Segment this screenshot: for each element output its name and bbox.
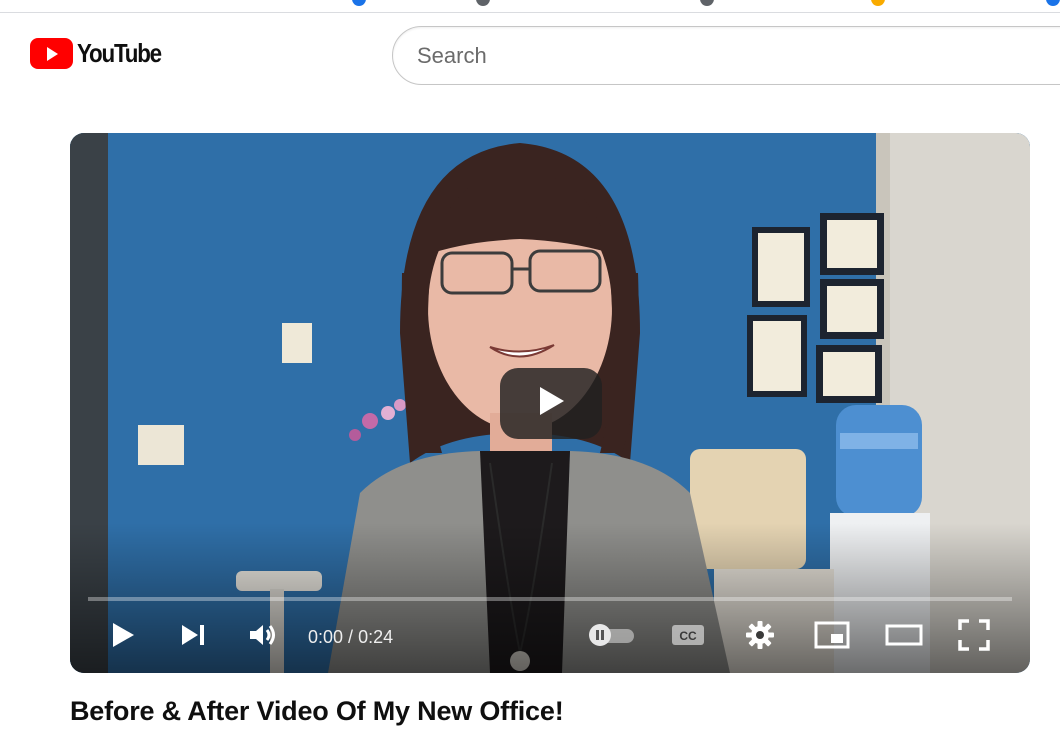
theater-mode-icon bbox=[885, 623, 923, 652]
subtitles-button[interactable]: CC bbox=[668, 617, 708, 657]
volume-icon bbox=[248, 622, 278, 653]
youtube-logo[interactable]: YouTube bbox=[30, 38, 175, 69]
player-controls: 0:00 / 0:24 CC bbox=[70, 611, 1030, 663]
svg-text:CC: CC bbox=[679, 629, 697, 643]
gear-icon bbox=[745, 620, 775, 655]
video-player[interactable]: 0:00 / 0:24 CC bbox=[70, 133, 1030, 673]
current-time: 0:00 bbox=[308, 627, 344, 647]
play-button[interactable] bbox=[106, 617, 140, 657]
play-icon bbox=[536, 385, 566, 422]
miniplayer-icon bbox=[814, 621, 850, 654]
bookmark-favicon[interactable] bbox=[476, 0, 490, 6]
video-title: Before & After Video Of My New Office! bbox=[70, 696, 564, 726]
duration: 0:24 bbox=[358, 627, 394, 647]
youtube-logo-icon bbox=[30, 38, 73, 69]
theater-mode-button[interactable] bbox=[882, 617, 926, 657]
skip-next-icon bbox=[180, 623, 206, 652]
search-input[interactable] bbox=[417, 41, 1017, 71]
logo-text: YouTube bbox=[77, 38, 162, 68]
bookmark-favicon[interactable] bbox=[352, 0, 366, 6]
next-button[interactable] bbox=[176, 617, 210, 657]
bookmark-favicon[interactable] bbox=[871, 0, 885, 6]
bookmarks-bar bbox=[0, 0, 1060, 13]
large-play-button[interactable] bbox=[500, 368, 602, 439]
play-icon bbox=[111, 622, 135, 653]
miniplayer-button[interactable] bbox=[812, 617, 852, 657]
progress-bar[interactable] bbox=[88, 597, 1012, 601]
cc-icon: CC bbox=[671, 623, 705, 652]
autoplay-toggle[interactable] bbox=[584, 617, 638, 657]
fullscreen-icon bbox=[958, 618, 990, 656]
fullscreen-button[interactable] bbox=[954, 617, 994, 657]
time-separator: / bbox=[348, 627, 354, 647]
mute-button[interactable] bbox=[246, 617, 280, 657]
bookmark-favicon[interactable] bbox=[1046, 0, 1060, 6]
search-box[interactable] bbox=[392, 26, 1060, 85]
bookmark-favicon[interactable] bbox=[700, 0, 714, 6]
autoplay-toggle-icon bbox=[586, 623, 636, 652]
time-display: 0:00 / 0:24 bbox=[308, 627, 393, 648]
settings-button[interactable] bbox=[742, 617, 778, 657]
